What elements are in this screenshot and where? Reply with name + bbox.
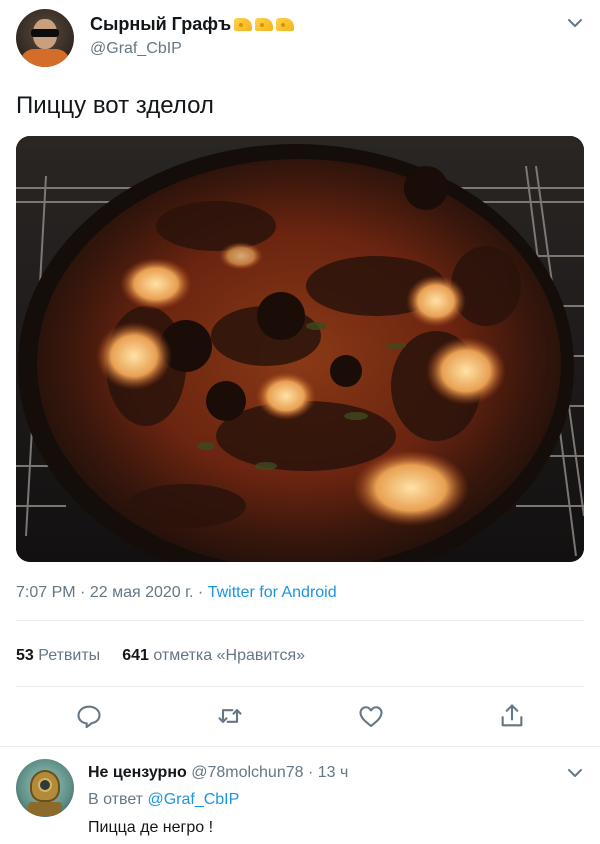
- reply-display-name[interactable]: Не цензурно: [88, 764, 187, 781]
- meta-separator: ·: [307, 764, 314, 781]
- likes-label: отметка «Нравится»: [153, 647, 306, 664]
- tweet-actions: [0, 698, 600, 738]
- reply-tweet[interactable]: Не цензурно @78molchun78 · 13 ч В ответ …: [0, 746, 600, 844]
- retweets-label: Ретвиты: [38, 647, 101, 664]
- reply-handle[interactable]: @78molchun78: [191, 764, 303, 781]
- author-display-name[interactable]: Сырный Графъ: [90, 14, 295, 35]
- reply-time[interactable]: 13 ч: [318, 764, 349, 781]
- cheese-emoji-icon: [255, 18, 274, 31]
- cheese-emoji-icon: [234, 18, 253, 31]
- chevron-down-icon[interactable]: [566, 764, 584, 782]
- retweets-count: 53: [16, 647, 34, 664]
- tweet-time[interactable]: 7:07 PM: [16, 584, 76, 601]
- reply-context: В ответ @Graf_CbIP: [88, 791, 239, 809]
- reply-header: Не цензурно @78molchun78 · 13 ч: [88, 764, 348, 782]
- likes-stat[interactable]: 641 отметка «Нравится»: [122, 647, 305, 664]
- reply-to-label: В ответ: [88, 791, 144, 808]
- tweet-meta: 7:07 PM · 22 мая 2020 г. · Twitter for A…: [16, 584, 337, 602]
- author-name-text: Сырный Графъ: [90, 14, 232, 34]
- tweet-date[interactable]: 22 мая 2020 г.: [90, 584, 194, 601]
- share-icon[interactable]: [498, 702, 526, 730]
- like-icon[interactable]: [357, 702, 385, 730]
- likes-count: 641: [122, 647, 149, 664]
- burnt-pizza-photo-icon: [16, 136, 584, 562]
- author-avatar[interactable]: [16, 9, 74, 67]
- chevron-down-icon[interactable]: [566, 14, 584, 32]
- divider: [16, 686, 584, 687]
- tweet-source-link[interactable]: Twitter for Android: [208, 584, 337, 601]
- reply-text: Пицца де негро !: [88, 819, 214, 836]
- divider: [16, 620, 584, 621]
- reply-to-mention[interactable]: @Graf_CbIP: [147, 791, 239, 808]
- meta-separator: ·: [197, 584, 204, 601]
- tweet-text: Пиццу вот зделол: [16, 92, 214, 119]
- cheese-emoji-icon: [276, 18, 295, 31]
- tweet-stats: 53 Ретвиты 641 отметка «Нравится»: [16, 647, 305, 665]
- author-username[interactable]: @Graf_CbIP: [90, 40, 182, 58]
- retweet-icon[interactable]: [216, 702, 244, 730]
- reply-author-avatar[interactable]: [16, 759, 74, 817]
- meta-separator: ·: [80, 584, 86, 601]
- retweets-stat[interactable]: 53 Ретвиты: [16, 647, 100, 664]
- reply-icon[interactable]: [75, 702, 103, 730]
- tweet-photo[interactable]: [16, 136, 584, 562]
- tweet-header: Сырный Графъ @Graf_CbIP: [0, 0, 600, 80]
